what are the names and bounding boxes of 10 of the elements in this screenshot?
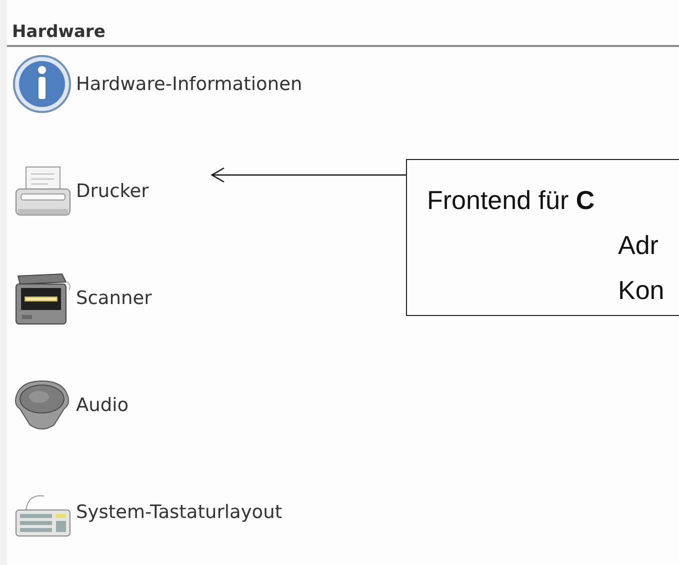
- item-label[interactable]: Audio: [76, 394, 129, 416]
- info-icon: [12, 54, 72, 114]
- section-title: Hardware: [7, 0, 679, 47]
- item-label[interactable]: Drucker: [76, 180, 149, 202]
- callout-text: Kon: [617, 274, 666, 307]
- callout-text: Frontend für C: [426, 184, 596, 217]
- item-label[interactable]: System-Tastaturlayout: [76, 502, 282, 522]
- item-label[interactable]: Scanner: [76, 288, 152, 308]
- callout-text: Adr: [617, 229, 660, 262]
- item-label[interactable]: Hardware-Informationen: [76, 74, 302, 94]
